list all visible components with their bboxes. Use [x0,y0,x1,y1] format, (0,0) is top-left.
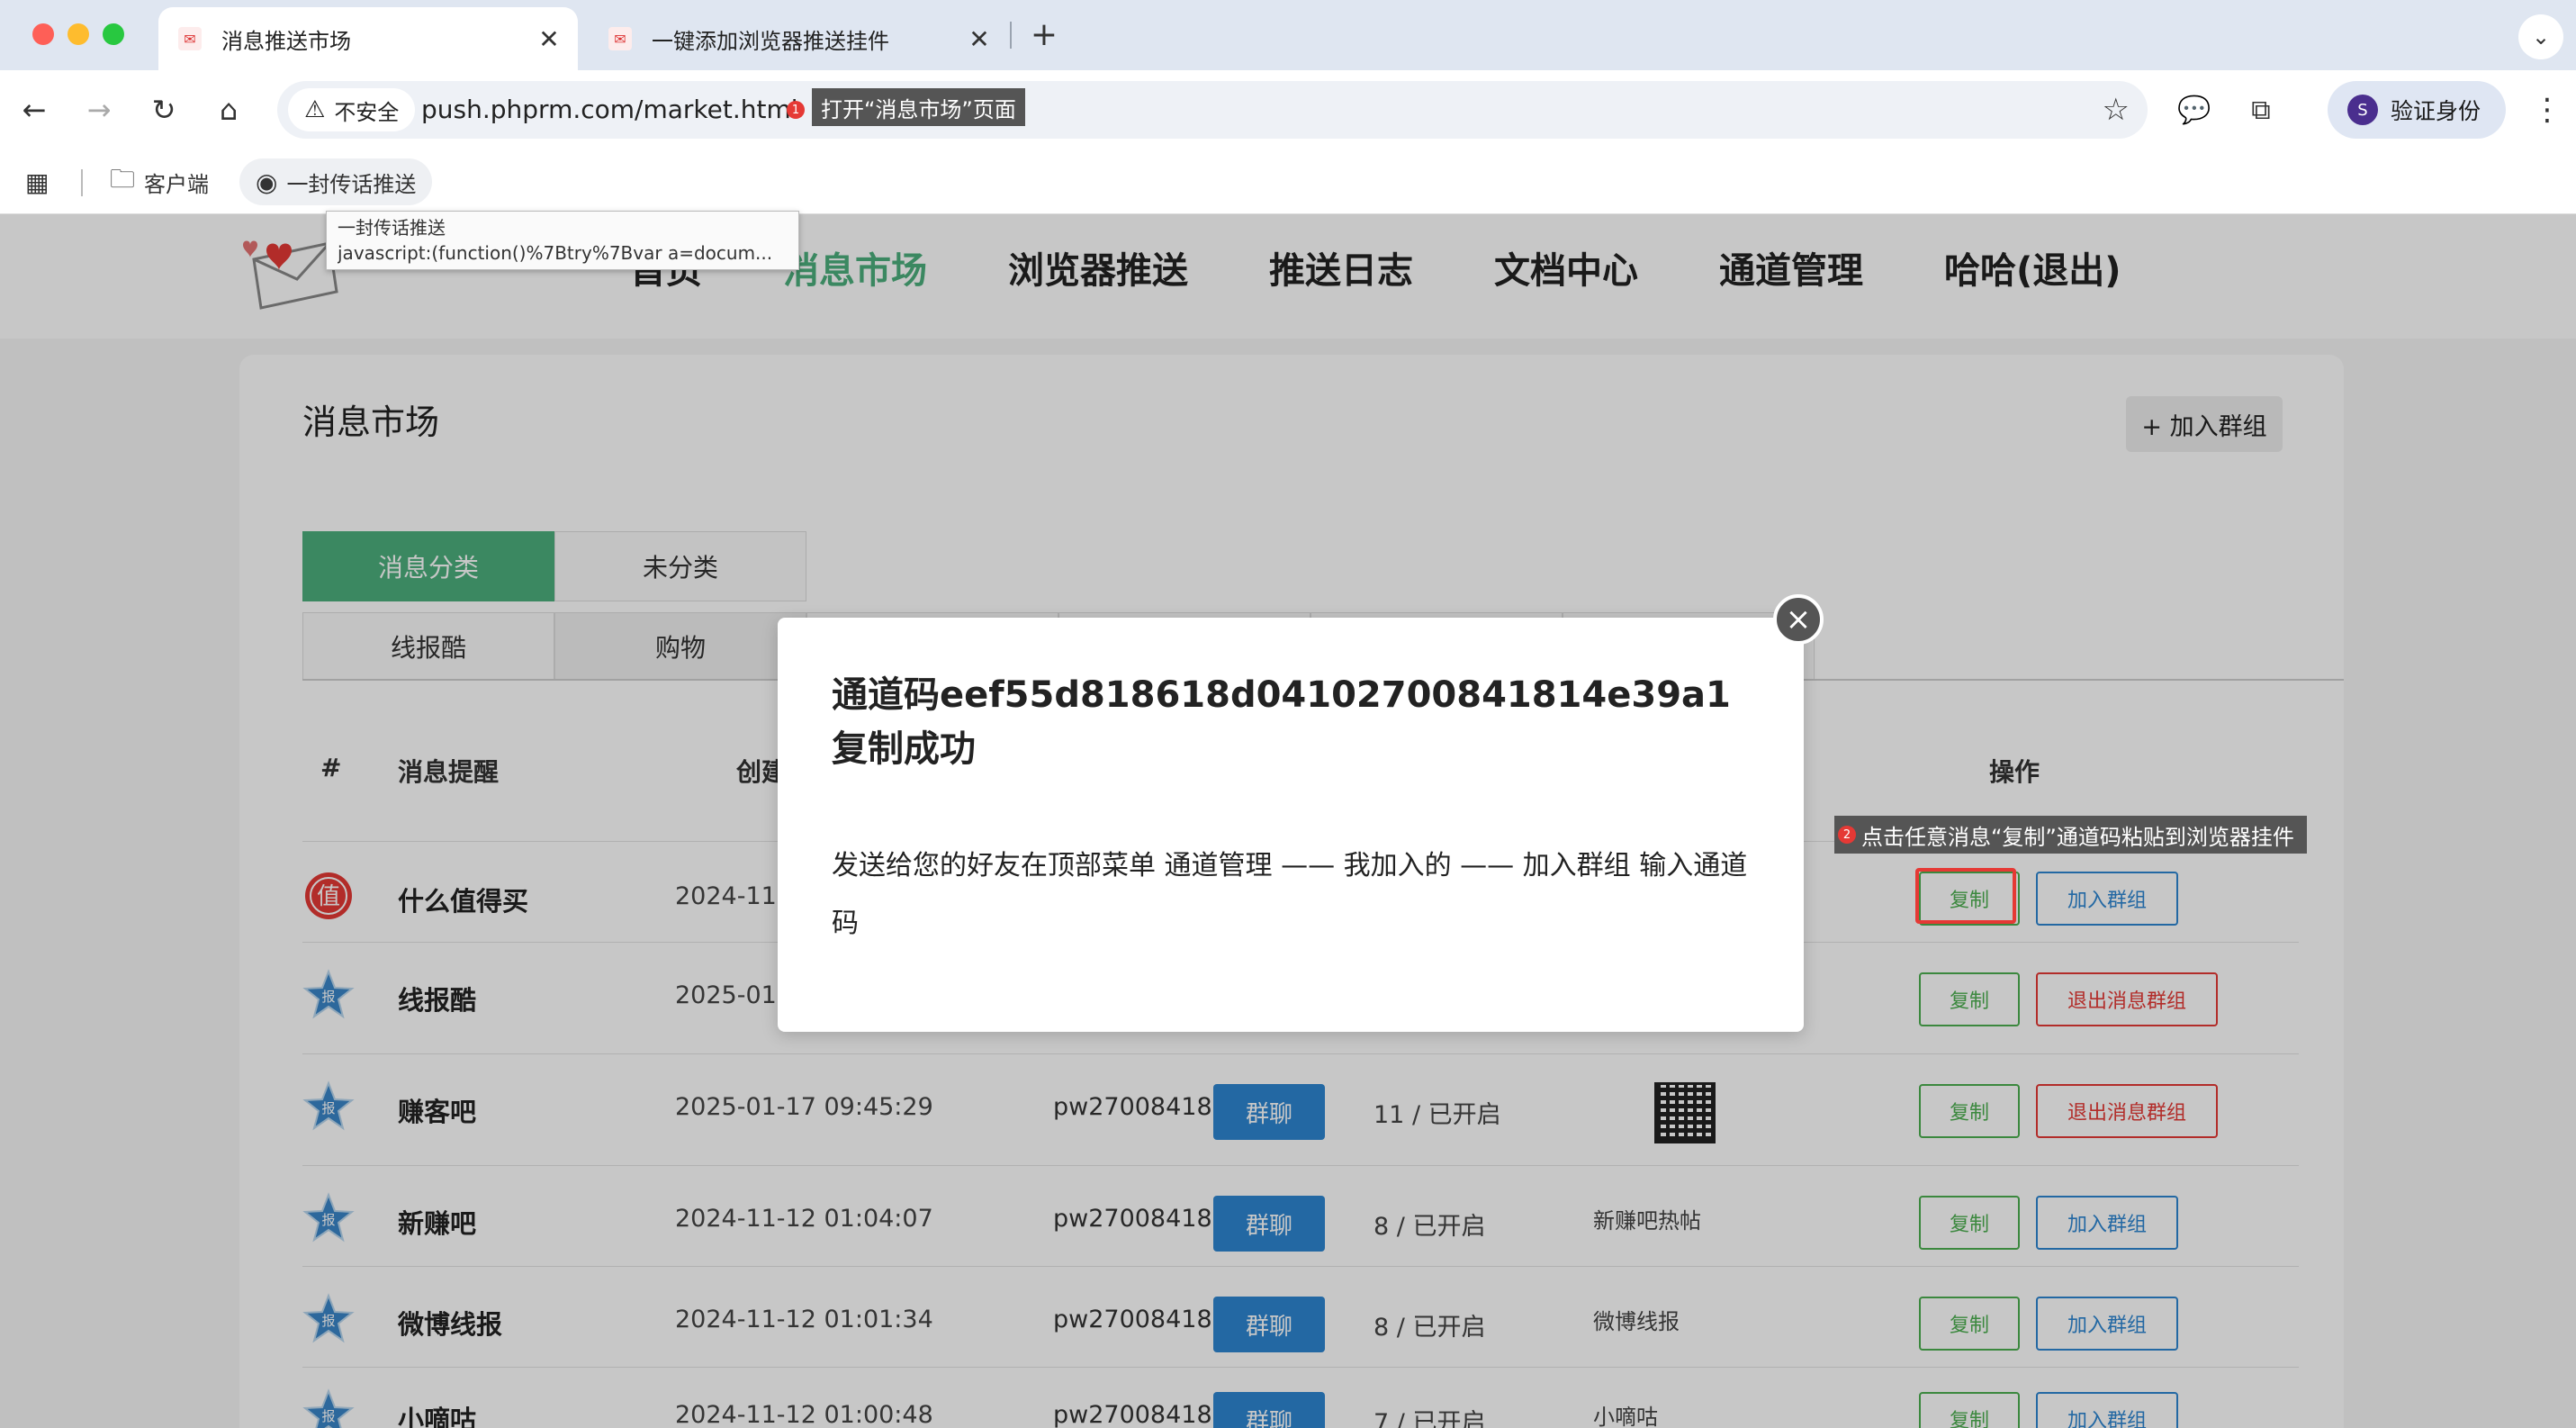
profile-verify-button[interactable]: S 验证身份 [2328,81,2506,139]
envelope-favicon-icon: ✉ [608,27,632,50]
copy-success-dialog: 通道码eef55d818618d04102700841814e39a1复制成功 … [778,618,1804,1032]
bookmark-push-script[interactable]: ◉ 一封传话推送 [239,158,433,205]
profile-avatar: S [2347,95,2378,125]
bookmarks-separator [81,169,83,196]
security-chip[interactable]: ⚠ 不安全 [288,88,416,131]
tab-search-chevron-icon[interactable]: ⌄ [2518,14,2563,59]
tab-title: 一键添加浏览器推送挂件 [652,28,889,54]
address-bar[interactable]: ⚠ 不安全 push.phprm.com/market.html 1 打开“消息… [277,81,2148,139]
globe-icon: ◉ [256,167,278,197]
copy-button-highlight [1915,868,2016,924]
bookmark-star-icon[interactable]: ☆ [2103,92,2130,128]
window-close-button[interactable] [32,23,54,45]
close-icon[interactable]: × [1773,594,1824,645]
bookmark-tooltip-title: 一封传话推送 [338,217,446,239]
dialog-title: 通道码eef55d818618d04102700841814e39a1复制成功 [832,674,1731,770]
tab-close-icon[interactable]: ✕ [961,21,997,57]
guide-annotation: 2 点击任意消息“复制”通道码粘贴到浏览器挂件 [1834,816,2307,854]
browser-toolbar: ← → ↻ ⌂ ⚠ 不安全 push.phprm.com/market.html… [0,70,2576,149]
extensions-puzzle-icon[interactable]: ⧉ [2238,86,2284,133]
window-minimize-button[interactable] [68,23,89,45]
tab-close-icon[interactable]: ✕ [531,21,567,57]
back-arrow-icon[interactable]: ← [11,86,58,133]
warning-triangle-icon: ⚠ [304,96,326,123]
apps-grid-icon[interactable]: ▦ [25,158,58,205]
tab-market[interactable]: ✉ 消息推送市场 ✕ [158,7,578,70]
browser-tab-strip: ✉ 消息推送市场 ✕ ✉ 一键添加浏览器推送挂件 ✕ + ⌄ [0,0,2576,70]
profile-label: 验证身份 [2391,98,2481,124]
bookmark-tooltip-url: javascript:(function()%7Btry%7Bvar a=doc… [338,242,773,264]
tab-title: 消息推送市场 [221,28,351,54]
security-label: 不安全 [334,99,400,125]
bookmark-label: 一封传话推送 [286,171,417,197]
browser-menu-icon[interactable]: ⋮ [2529,86,2565,133]
dialog-message: 发送给您的好友在顶部菜单 通道管理 —— 我加入的 —— 加入群组 输入通道码 [832,850,1748,939]
new-tab-plus-icon[interactable]: + [1024,14,1064,54]
tab-separator [1010,22,1012,49]
step-annotation: 打开“消息市场”页面 [812,88,1025,126]
window-zoom-button[interactable] [103,23,124,45]
step-badge: 1 [787,101,805,119]
bookmark-label: 客户端 [144,171,210,197]
bookmark-folder-client[interactable]: 🗀 客户端 [110,158,209,205]
folder-icon: 🗀 [110,164,136,194]
guide-text: 点击任意消息“复制”通道码粘贴到浏览器挂件 [1861,824,2294,850]
tab-push-widget[interactable]: ✉ 一键添加浏览器推送挂件 ✕ [589,7,1008,70]
url-text[interactable]: push.phprm.com/market.html [421,95,798,124]
bookmark-tooltip: 一封传话推送 javascript:(function()%7Btry%7Bva… [326,211,799,270]
reload-icon[interactable]: ↻ [140,86,187,133]
forward-arrow-icon[interactable]: → [76,86,122,133]
chat-extension-icon[interactable]: 💬 [2171,86,2218,133]
envelope-favicon-icon: ✉ [178,27,202,50]
bookmarks-bar: ▦ 🗀 客户端 ◉ 一封传话推送 [0,149,2576,214]
step-badge: 2 [1838,826,1856,844]
home-icon[interactable]: ⌂ [205,86,252,133]
